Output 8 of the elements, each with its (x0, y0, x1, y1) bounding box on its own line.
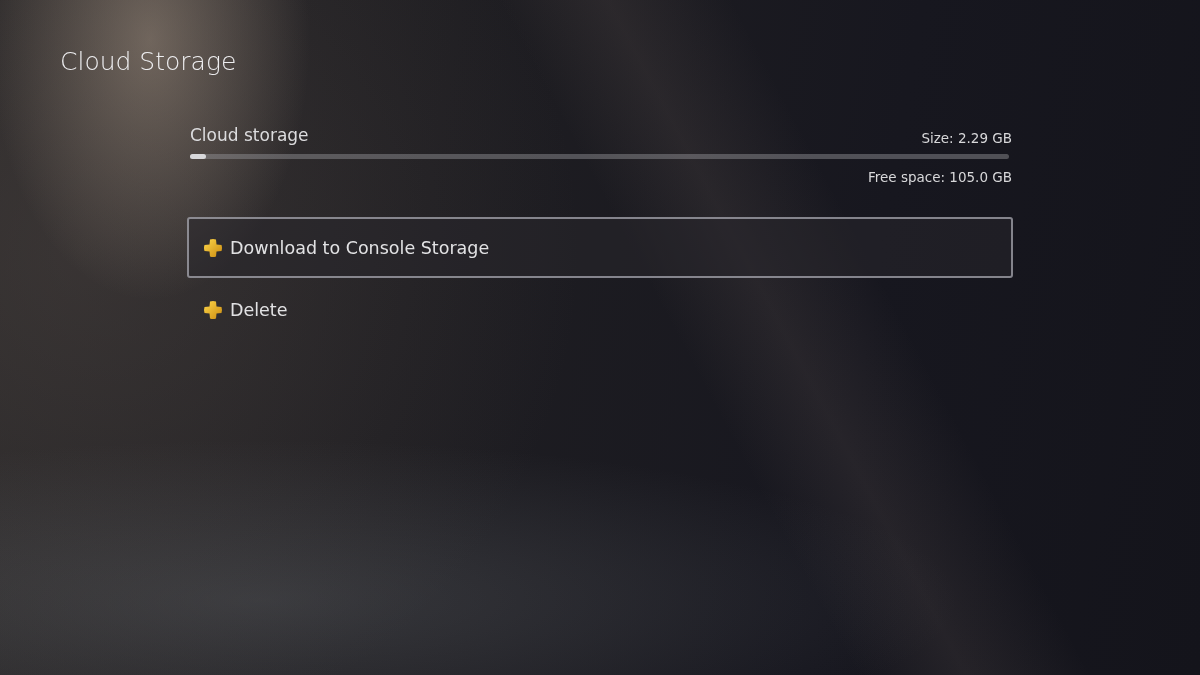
menu-item[interactable]: Download to Console Storage (187, 217, 1013, 279)
storage-label: Cloud storage (190, 123, 309, 147)
plus-icon (203, 237, 223, 258)
plus-icon (203, 299, 223, 320)
menu-item[interactable]: Delete (187, 279, 1013, 341)
storage-size: Size: 2.29 GB (921, 128, 1012, 148)
page-title: Cloud Storage (60, 46, 238, 78)
free-space-label: Free space: 105.0 GB (867, 168, 1012, 187)
